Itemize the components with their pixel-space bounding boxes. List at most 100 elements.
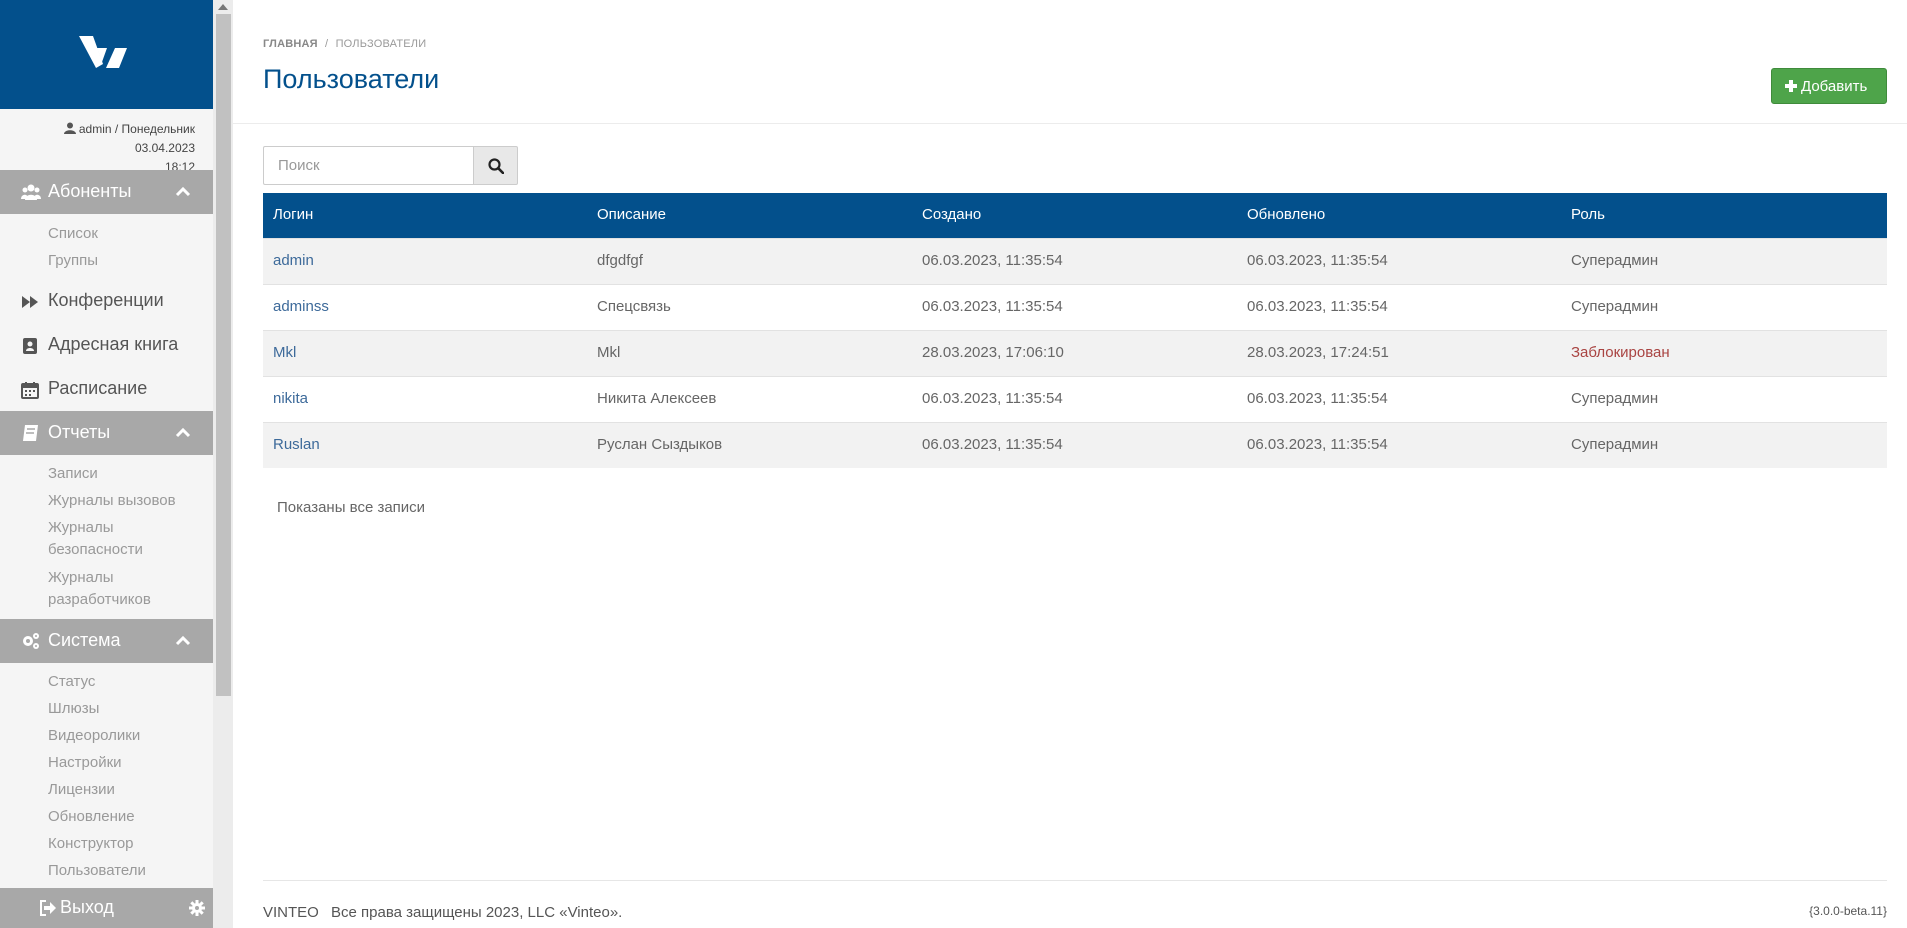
- updated-cell: 06.03.2023, 11:35:54: [1247, 436, 1388, 453]
- sidebar-item-list[interactable]: Список: [48, 223, 198, 245]
- chevron-up-icon[interactable]: [175, 426, 191, 438]
- created-cell: 06.03.2023, 11:35:54: [922, 390, 1063, 407]
- sidebar-item-developer-logs[interactable]: Журналы разработчиков: [48, 567, 163, 611]
- gears-icon: [23, 633, 39, 649]
- sidebar-item-status[interactable]: Статус: [48, 671, 198, 693]
- footer: VINTEO Все права защищены 2023, LLC «Vin…: [263, 904, 622, 921]
- sidebar-section-system[interactable]: Система: [0, 619, 213, 663]
- sidebar: admin / Понедельник 03.04.2023 18:12 Або…: [0, 0, 213, 928]
- breadcrumb: ГЛАВНАЯ / ПОЛЬЗОВАТЕЛИ: [263, 38, 426, 50]
- chevron-up-icon[interactable]: [175, 634, 191, 646]
- add-user-button[interactable]: Добавить: [1771, 68, 1887, 104]
- sidebar-item-label: Расписание: [48, 378, 148, 398]
- login-link[interactable]: Mkl: [273, 344, 296, 361]
- user-info-line1: admin / Понедельник 03.04.2023: [78, 122, 195, 155]
- breadcrumb-current: ПОЛЬЗОВАТЕЛИ: [335, 38, 427, 50]
- sidebar-section-subscribers[interactable]: Абоненты: [0, 170, 213, 214]
- updated-cell: 06.03.2023, 11:35:54: [1247, 390, 1388, 407]
- sidebar-item-groups[interactable]: Группы: [48, 250, 198, 272]
- column-header-updated[interactable]: Обновлено: [1247, 206, 1325, 223]
- description-cell: Mkl: [597, 344, 621, 361]
- sidebar-item-schedule[interactable]: Расписание: [0, 370, 213, 410]
- role-cell: Суперадмин: [1571, 252, 1659, 269]
- role-cell: Суперадмин: [1571, 298, 1659, 315]
- scroll-up-arrow-icon[interactable]: [217, 2, 229, 12]
- search-input[interactable]: [263, 146, 474, 185]
- created-cell: 06.03.2023, 11:35:54: [922, 436, 1063, 453]
- role-cell: Суперадмин: [1571, 390, 1659, 407]
- sidebar-section-reports[interactable]: Отчеты: [0, 411, 213, 455]
- user-info: admin / Понедельник 03.04.2023 18:12: [5, 120, 195, 177]
- sidebar-item-settings[interactable]: Настройки: [48, 752, 198, 774]
- role-cell: Суперадмин: [1571, 436, 1659, 453]
- sidebar-item-call-logs[interactable]: Журналы вызовов: [48, 490, 198, 512]
- table-row[interactable]: Ruslan Руслан Сыздыков 06.03.2023, 11:35…: [263, 422, 1887, 468]
- user-icon: [63, 122, 76, 134]
- column-header-created[interactable]: Создано: [922, 206, 981, 223]
- vinteo-logo-icon: [79, 36, 127, 68]
- sidebar-item-videos[interactable]: Видеоролики: [48, 725, 198, 747]
- updated-cell: 28.03.2023, 17:24:51: [1247, 344, 1389, 361]
- table-row[interactable]: adminss Спецсвязь 06.03.2023, 11:35:54 0…: [263, 284, 1887, 330]
- login-link[interactable]: adminss: [273, 298, 329, 315]
- description-cell: Руслан Сыздыков: [597, 436, 723, 453]
- sidebar-item-recordings[interactable]: Записи: [48, 463, 198, 485]
- sidebar-item-label: Конференции: [48, 290, 164, 310]
- sidebar-item-licenses[interactable]: Лицензии: [48, 779, 198, 801]
- table-row[interactable]: Mkl Mkl 28.03.2023, 17:06:10 28.03.2023,…: [263, 330, 1887, 376]
- sidebar-scrollbar[interactable]: [213, 0, 233, 928]
- version-label: {3.0.0-beta.11}: [1809, 904, 1887, 918]
- sign-out-icon: [40, 900, 56, 916]
- plus-icon: [1785, 80, 1797, 92]
- login-link[interactable]: nikita: [273, 390, 308, 407]
- column-header-role[interactable]: Роль: [1571, 206, 1605, 223]
- description-cell: Спецсвязь: [597, 298, 671, 315]
- column-header-description[interactable]: Описание: [597, 206, 666, 223]
- gear-icon[interactable]: [189, 900, 205, 916]
- address-book-icon: [23, 338, 37, 354]
- table-header: Логин Описание Создано Обновлено Роль: [263, 193, 1887, 238]
- logo-area[interactable]: [0, 0, 213, 109]
- chevron-up-icon[interactable]: [175, 185, 191, 197]
- sidebar-item-label: Адресная книга: [48, 334, 179, 354]
- description-cell: Никита Алексеев: [597, 390, 717, 407]
- fast-forward-icon: [22, 296, 38, 308]
- sidebar-item-users[interactable]: Пользователи: [48, 860, 198, 882]
- records-shown-note: Показаны все записи: [277, 499, 426, 516]
- sidebar-section-label: Абоненты: [48, 181, 132, 201]
- book-icon: [23, 425, 38, 441]
- column-header-login[interactable]: Логин: [273, 206, 313, 223]
- logout-button[interactable]: Выход: [60, 897, 114, 918]
- sidebar-item-constructor[interactable]: Конструктор: [48, 833, 198, 855]
- description-cell: dfgdfgf: [597, 252, 643, 269]
- footer-brand: VINTEO: [263, 904, 319, 921]
- footer-divider: [263, 880, 1887, 881]
- page-title: Пользователи: [263, 64, 440, 94]
- login-link[interactable]: admin: [273, 252, 314, 269]
- sidebar-item-address-book[interactable]: Адресная книга: [0, 326, 213, 366]
- users-icon: [21, 184, 41, 200]
- table-row[interactable]: nikita Никита Алексеев 06.03.2023, 11:35…: [263, 376, 1887, 422]
- sidebar-item-conferences[interactable]: Конференции: [0, 282, 213, 322]
- scrollbar-thumb[interactable]: [216, 14, 231, 696]
- breadcrumb-home[interactable]: ГЛАВНАЯ: [263, 38, 318, 50]
- table-row[interactable]: admin dfgdfgf 06.03.2023, 11:35:54 06.03…: [263, 238, 1887, 284]
- header-divider: [233, 123, 1907, 124]
- sidebar-section-label: Отчеты: [48, 422, 111, 442]
- sidebar-item-gateways[interactable]: Шлюзы: [48, 698, 198, 720]
- sidebar-item-update[interactable]: Обновление: [48, 806, 198, 828]
- created-cell: 06.03.2023, 11:35:54: [922, 298, 1063, 315]
- updated-cell: 06.03.2023, 11:35:54: [1247, 252, 1388, 269]
- sidebar-section-label: Система: [48, 630, 121, 650]
- role-cell-blocked: Заблокирован: [1571, 344, 1670, 361]
- calendar-icon: [21, 382, 39, 399]
- sidebar-item-security-logs[interactable]: Журналы безопасности: [48, 517, 148, 561]
- search-button[interactable]: [473, 146, 518, 185]
- breadcrumb-separator: /: [325, 38, 329, 50]
- login-link[interactable]: Ruslan: [273, 436, 320, 453]
- footer-copyright: Все права защищены 2023, LLC «Vinteo».: [331, 904, 623, 921]
- updated-cell: 06.03.2023, 11:35:54: [1247, 298, 1388, 315]
- users-table: Логин Описание Создано Обновлено Роль ad…: [263, 193, 1887, 468]
- created-cell: 06.03.2023, 11:35:54: [922, 252, 1063, 269]
- add-button-label: Добавить: [1801, 78, 1868, 95]
